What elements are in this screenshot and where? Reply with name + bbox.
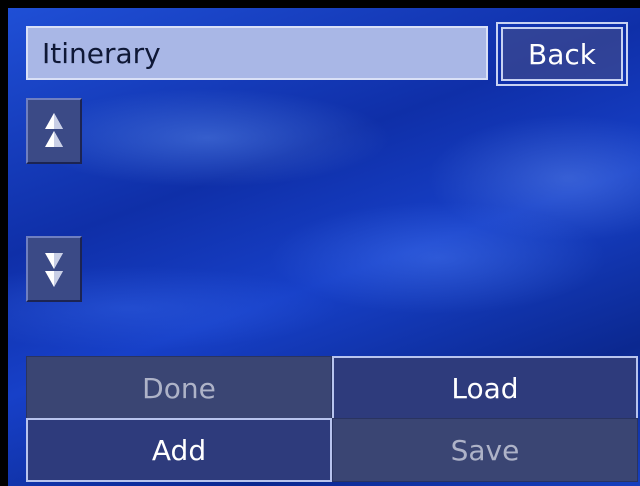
page-title: Itinerary xyxy=(42,36,161,70)
save-button[interactable]: Save xyxy=(332,418,638,482)
scroll-up-button[interactable] xyxy=(26,98,82,164)
title-field: Itinerary xyxy=(26,26,488,80)
back-button-label: Back xyxy=(528,37,596,71)
back-button-face[interactable]: Back xyxy=(501,27,623,81)
done-button[interactable]: Done xyxy=(26,356,332,420)
itinerary-screen: Itinerary Back Done Load Add Save xyxy=(8,8,640,486)
scroll-down-button[interactable] xyxy=(26,236,82,302)
double-down-arrow-icon xyxy=(45,253,63,287)
load-button[interactable]: Load xyxy=(332,356,638,420)
save-button-label: Save xyxy=(450,433,520,467)
done-button-label: Done xyxy=(142,371,216,405)
load-button-label: Load xyxy=(451,371,519,405)
add-button-label: Add xyxy=(151,433,207,467)
add-button[interactable]: Add xyxy=(26,418,332,482)
double-up-arrow-icon xyxy=(45,113,63,147)
back-button[interactable]: Back xyxy=(496,22,628,86)
